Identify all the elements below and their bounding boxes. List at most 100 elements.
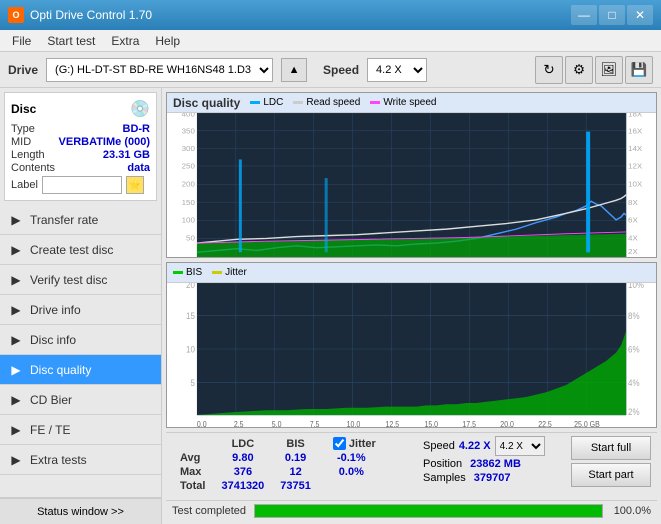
svg-text:6%: 6% [628, 344, 640, 355]
stats-jitter-header: Jitter [349, 438, 376, 450]
start-part-button[interactable]: Start part [571, 463, 651, 487]
stats-avg-label: Avg [172, 451, 213, 465]
sidebar-item-label: Disc info [30, 333, 76, 347]
stats-total-row: Total 3741320 73751 [172, 479, 384, 493]
legend-read-color [293, 101, 303, 104]
svg-text:150: 150 [182, 198, 195, 207]
titlebar-left: O Opti Drive Control 1.70 [8, 7, 152, 23]
svg-text:25.0 GB: 25.0 GB [574, 419, 600, 427]
sidebar-item-disc-info[interactable]: ▶ Disc info [0, 325, 161, 355]
disc-panel-header: Disc 💿 [11, 99, 150, 119]
svg-text:14X: 14X [628, 144, 642, 153]
sidebar-item-drive-info[interactable]: ▶ Drive info [0, 295, 161, 325]
disc-length-label: Length [11, 149, 45, 161]
minimize-button[interactable]: — [571, 5, 597, 25]
speed-select[interactable]: 4.2 X [367, 58, 427, 82]
status-window-button[interactable]: Status window >> [0, 498, 161, 524]
sidebar-item-label: Disc quality [30, 363, 91, 377]
speed-info: Speed 4.22 X 4.2 X Position 23862 MB Sam… [423, 436, 563, 484]
svg-text:0.0: 0.0 [197, 419, 207, 427]
svg-text:12X: 12X [628, 162, 642, 171]
titlebar-title: Opti Drive Control 1.70 [30, 8, 152, 22]
nav-items: ▶ Transfer rate ▶ Create test disc ▶ Ver… [0, 205, 161, 475]
sidebar-item-fe-te[interactable]: ▶ FE / TE [0, 415, 161, 445]
menu-help[interactable]: Help [147, 32, 188, 50]
stats-max-label: Max [172, 465, 213, 479]
verify-test-icon: ▶ [8, 272, 24, 288]
chart-top-header: Disc quality LDC Read speed Write speed [167, 93, 656, 113]
legend-write-label: Write speed [383, 97, 436, 108]
legend-jitter-color [212, 271, 222, 274]
svg-text:250: 250 [182, 162, 195, 171]
content-area: Disc quality LDC Read speed Write speed [162, 88, 661, 524]
disc-label-btn[interactable]: ⭐ [126, 176, 144, 194]
sidebar-item-create-test[interactable]: ▶ Create test disc [0, 235, 161, 265]
speed-display-select[interactable]: 4.2 X [495, 436, 545, 456]
status-text: Test completed [172, 505, 246, 517]
disc-info-panel: Disc 💿 Type BD-R MID VERBATIMe (000) Len… [4, 92, 157, 201]
svg-text:50: 50 [186, 234, 195, 243]
stats-max-bis: 12 [272, 465, 319, 479]
disc-icon: 💿 [130, 99, 150, 119]
refresh-button[interactable]: ↻ [535, 56, 563, 84]
progress-percent: 100.0% [611, 505, 651, 517]
drive-label: Drive [8, 63, 38, 77]
chart-top-svg: 400 350 300 250 200 150 100 50 18X 16X 1… [167, 113, 656, 257]
sidebar-item-label: Create test disc [30, 243, 113, 257]
stats-header-row: LDC BIS Jitter [172, 436, 384, 451]
menu-starttest[interactable]: Start test [39, 32, 103, 50]
disc-label-row: Label ⭐ [11, 176, 150, 194]
menu-file[interactable]: File [4, 32, 39, 50]
chart-top-body: 400 350 300 250 200 150 100 50 18X 16X 1… [167, 113, 656, 257]
legend-jitter: Jitter [212, 267, 247, 278]
settings-button2[interactable]: 🖼 [595, 56, 623, 84]
titlebar: O Opti Drive Control 1.70 — □ ✕ [0, 0, 661, 30]
svg-text:400: 400 [182, 113, 195, 119]
samples-row: Samples 379707 [423, 472, 511, 484]
drive-select[interactable]: (G:) HL-DT-ST BD-RE WH16NS48 1.D3 [46, 58, 273, 82]
sidebar-item-extra-tests[interactable]: ▶ Extra tests [0, 445, 161, 475]
disc-label-input[interactable] [42, 176, 122, 194]
disc-type-value: BD-R [123, 123, 151, 135]
stats-avg-jitter: -0.1% [319, 451, 384, 465]
disc-contents-label: Contents [11, 162, 55, 174]
settings-button1[interactable]: ⚙ [565, 56, 593, 84]
samples-value: 379707 [474, 472, 511, 484]
close-button[interactable]: ✕ [627, 5, 653, 25]
maximize-button[interactable]: □ [599, 5, 625, 25]
svg-text:17.5: 17.5 [462, 419, 476, 427]
eject-button[interactable]: ▲ [281, 58, 307, 82]
svg-text:10%: 10% [628, 283, 644, 290]
svg-text:6X: 6X [628, 216, 638, 225]
svg-text:8X: 8X [628, 198, 638, 207]
sidebar-item-verify-test[interactable]: ▶ Verify test disc [0, 265, 161, 295]
legend-read: Read speed [293, 97, 360, 108]
svg-text:2%: 2% [628, 406, 640, 417]
legend-bis-color [173, 271, 183, 274]
sidebar-item-transfer-rate[interactable]: ▶ Transfer rate [0, 205, 161, 235]
svg-text:200: 200 [182, 180, 195, 189]
app-icon: O [8, 7, 24, 23]
stats-total-bis: 73751 [272, 479, 319, 493]
stats-ldc-header: LDC [213, 436, 272, 451]
save-button[interactable]: 💾 [625, 56, 653, 84]
start-full-button[interactable]: Start full [571, 436, 651, 460]
transfer-rate-icon: ▶ [8, 212, 24, 228]
titlebar-controls: — □ ✕ [571, 5, 653, 25]
sidebar-item-disc-quality[interactable]: ▶ Disc quality [0, 355, 161, 385]
main-layout: Disc 💿 Type BD-R MID VERBATIMe (000) Len… [0, 88, 661, 524]
svg-text:22.5: 22.5 [538, 419, 552, 427]
sidebar-item-cd-bier[interactable]: ▶ CD Bier [0, 385, 161, 415]
svg-text:300: 300 [182, 144, 195, 153]
svg-text:5: 5 [191, 378, 196, 389]
sidebar-item-label: Transfer rate [30, 213, 98, 227]
bottom-status-bar: Test completed 100.0% [166, 500, 657, 520]
svg-text:20: 20 [186, 283, 195, 290]
menu-extra[interactable]: Extra [103, 32, 147, 50]
stats-total-label: Total [172, 479, 213, 493]
sidebar-item-label: Extra tests [30, 453, 87, 467]
jitter-checkbox[interactable] [333, 437, 346, 450]
stats-max-row: Max 376 12 0.0% [172, 465, 384, 479]
disc-type-label: Type [11, 123, 35, 135]
disc-info-icon: ▶ [8, 332, 24, 348]
